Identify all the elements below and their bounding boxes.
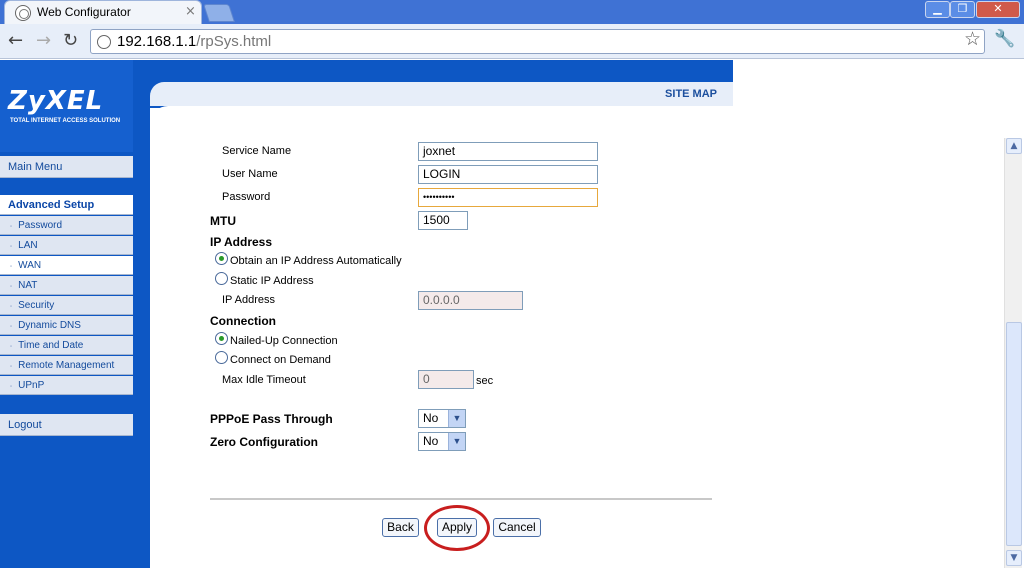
- window-close-icon[interactable]: ✕: [976, 1, 1020, 18]
- nailed-up-radio[interactable]: [215, 332, 228, 345]
- sidebar-advanced-setup[interactable]: Advanced Setup: [0, 195, 133, 215]
- sidebar-item-time-and-date[interactable]: ▫ Time and Date: [0, 336, 133, 355]
- address-bar[interactable]: 192.168.1.1/rpSys.html: [90, 29, 985, 54]
- site-map-link[interactable]: SITE MAP: [665, 88, 717, 100]
- page-icon: [97, 35, 111, 49]
- max-idle-timeout-label: Max Idle Timeout: [222, 374, 306, 386]
- max-idle-unit: sec: [476, 375, 494, 387]
- service-name-label: Service Name: [222, 145, 292, 157]
- obtain-ip-auto-radio[interactable]: [215, 252, 228, 265]
- pppoe-pass-through-label: PPPoE Pass Through: [210, 412, 333, 426]
- nailed-up-label: Nailed-Up Connection: [230, 335, 338, 347]
- service-name-input[interactable]: joxnet: [418, 142, 598, 161]
- ip-address-label: IP Address: [222, 294, 275, 306]
- bullet-icon: ▫: [10, 224, 13, 230]
- connection-heading: Connection: [210, 314, 276, 328]
- chevron-down-icon[interactable]: ▼: [448, 410, 465, 427]
- zyxel-logo: ZyXEL: [8, 86, 104, 116]
- max-idle-timeout-input[interactable]: 0: [418, 370, 474, 389]
- sidebar: ZyXEL TOTAL INTERNET ACCESS SOLUTION Mai…: [0, 60, 133, 568]
- bullet-icon: ▫: [10, 244, 13, 250]
- sidebar-logout[interactable]: Logout: [0, 414, 133, 436]
- static-ip-label: Static IP Address: [230, 275, 314, 287]
- user-name-input[interactable]: LOGIN: [418, 165, 598, 184]
- red-highlight-circle: [424, 505, 490, 551]
- maximize-icon[interactable]: ❐: [950, 1, 975, 18]
- back-button[interactable]: Back: [382, 518, 419, 537]
- vertical-scrollbar[interactable]: ▲ ▼: [1004, 138, 1022, 568]
- bullet-icon: ▫: [10, 344, 13, 350]
- sidebar-item-dynamic-dns[interactable]: ▫ Dynamic DNS: [0, 316, 133, 335]
- scroll-up-icon[interactable]: ▲: [1006, 138, 1022, 154]
- logo-tagline: TOTAL INTERNET ACCESS SOLUTION: [10, 118, 121, 124]
- scrollbar-thumb[interactable]: [1006, 322, 1022, 546]
- forward-arrow-icon[interactable]: →: [36, 30, 51, 51]
- sidebar-item-lan[interactable]: ▫ LAN: [0, 236, 133, 255]
- divider: [210, 498, 712, 500]
- browser-tab[interactable]: Web Configurator ×: [4, 0, 202, 24]
- sidebar-main-menu[interactable]: Main Menu: [0, 156, 133, 178]
- url-text: 192.168.1.1/rpSys.html: [117, 33, 272, 50]
- tab-title: Web Configurator: [37, 5, 131, 19]
- back-arrow-icon[interactable]: ←: [8, 30, 23, 51]
- mtu-label: MTU: [210, 214, 236, 228]
- logo-area: ZyXEL TOTAL INTERNET ACCESS SOLUTION: [0, 60, 133, 152]
- bullet-icon: ▫: [10, 384, 13, 390]
- chevron-down-icon[interactable]: ▼: [448, 433, 465, 450]
- sitemap-strip: SITE MAP: [150, 82, 733, 106]
- bullet-icon: ▫: [10, 304, 13, 310]
- sidebar-item-security[interactable]: ▫ Security: [0, 296, 133, 315]
- sidebar-item-wan[interactable]: ▫ WAN: [0, 256, 133, 275]
- sidebar-item-password[interactable]: ▫ Password: [0, 216, 133, 235]
- content-frame: [133, 106, 150, 568]
- bullet-icon: ▫: [10, 264, 13, 270]
- mtu-input[interactable]: 1500: [418, 211, 468, 230]
- reload-icon[interactable]: ↻: [63, 30, 78, 51]
- page-favicon-icon: [15, 5, 31, 21]
- browser-titlebar: Web Configurator × ▁ ❐ ✕: [0, 0, 1024, 24]
- scroll-down-icon[interactable]: ▼: [1006, 550, 1022, 566]
- bookmark-star-icon[interactable]: ☆: [964, 28, 981, 50]
- connect-on-demand-label: Connect on Demand: [230, 354, 331, 366]
- browser-toolbar: ← → ↻ 192.168.1.1/rpSys.html ☆ 🔧: [0, 24, 1024, 59]
- new-tab-button[interactable]: [203, 4, 235, 22]
- sidebar-item-remote-management[interactable]: ▫ Remote Management: [0, 356, 133, 375]
- minimize-icon[interactable]: ▁: [925, 1, 950, 18]
- pppoe-pass-through-select[interactable]: No ▼: [418, 409, 466, 428]
- zero-configuration-select[interactable]: No ▼: [418, 432, 466, 451]
- user-name-label: User Name: [222, 168, 278, 180]
- static-ip-radio[interactable]: [215, 272, 228, 285]
- zero-configuration-label: Zero Configuration: [210, 435, 318, 449]
- tab-close-icon[interactable]: ×: [185, 4, 196, 19]
- cancel-button[interactable]: Cancel: [493, 518, 541, 537]
- password-input[interactable]: ••••••••••: [418, 188, 598, 207]
- connect-on-demand-radio[interactable]: [215, 351, 228, 364]
- bullet-icon: ▫: [10, 324, 13, 330]
- ip-address-heading: IP Address: [210, 235, 273, 249]
- sidebar-item-nat[interactable]: ▫ NAT: [0, 276, 133, 295]
- bullet-icon: ▫: [10, 284, 13, 290]
- ip-address-input[interactable]: 0.0.0.0: [418, 291, 523, 310]
- wrench-icon[interactable]: 🔧: [994, 29, 1015, 49]
- sidebar-item-upnp[interactable]: ▫ UPnP: [0, 376, 133, 395]
- bullet-icon: ▫: [10, 364, 13, 370]
- password-label: Password: [222, 191, 271, 203]
- obtain-ip-auto-label: Obtain an IP Address Automatically: [230, 255, 402, 267]
